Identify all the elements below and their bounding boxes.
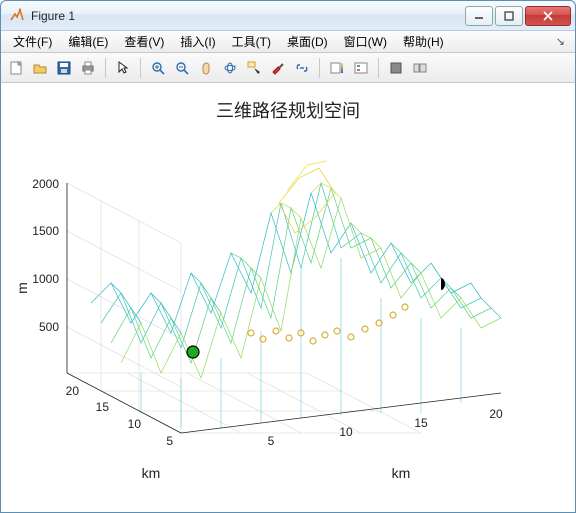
mesh-surface: 500 1000 1500 2000 5 10 15 20 5 10 15 20… <box>1 83 575 512</box>
axes-3d[interactable]: 三维路径规划空间 <box>1 83 575 512</box>
svg-text:10: 10 <box>128 417 142 431</box>
start-marker <box>187 346 199 358</box>
minimize-button[interactable] <box>465 6 493 26</box>
window-buttons <box>463 6 571 26</box>
new-figure-button[interactable] <box>5 57 27 79</box>
menu-window[interactable]: 窗口(W) <box>336 31 395 52</box>
end-marker <box>441 278 445 290</box>
titlebar[interactable]: Figure 1 <box>1 1 575 31</box>
x-axis-label: km <box>392 465 411 481</box>
pointer-button[interactable] <box>112 57 134 79</box>
svg-text:15: 15 <box>96 400 110 414</box>
svg-text:1000: 1000 <box>32 272 59 286</box>
toolbar <box>1 53 575 83</box>
zoom-in-button[interactable] <box>147 57 169 79</box>
menu-tools[interactable]: 工具(T) <box>224 31 279 52</box>
svg-text:15: 15 <box>414 416 428 430</box>
rotate-button[interactable] <box>219 57 241 79</box>
svg-text:10: 10 <box>339 425 353 439</box>
z-axis-label: m <box>14 282 30 294</box>
close-button[interactable] <box>525 6 571 26</box>
y-axis-label: km <box>142 465 161 481</box>
maximize-button[interactable] <box>495 6 523 26</box>
menubar-chevron-icon[interactable]: ↘ <box>550 35 571 48</box>
datacursor-button[interactable] <box>243 57 265 79</box>
matlab-icon <box>9 8 25 24</box>
zoom-out-button[interactable] <box>171 57 193 79</box>
menu-desktop[interactable]: 桌面(D) <box>279 31 336 52</box>
svg-text:2000: 2000 <box>32 177 59 191</box>
brush-button[interactable] <box>267 57 289 79</box>
show-tools-button[interactable] <box>409 57 431 79</box>
svg-text:5: 5 <box>166 434 173 448</box>
pan-button[interactable] <box>195 57 217 79</box>
menubar: 文件(F) 编辑(E) 查看(V) 插入(I) 工具(T) 桌面(D) 窗口(W… <box>1 31 575 53</box>
link-button[interactable] <box>291 57 313 79</box>
svg-text:20: 20 <box>489 407 503 421</box>
legend-button[interactable] <box>350 57 372 79</box>
figure-window: Figure 1 文件(F) 编辑(E) 查看(V) 插入(I) 工具(T) 桌… <box>0 0 576 513</box>
hide-tools-button[interactable] <box>385 57 407 79</box>
svg-text:5: 5 <box>268 434 275 448</box>
path-markers <box>248 304 408 344</box>
svg-text:1500: 1500 <box>32 224 59 238</box>
window-title: Figure 1 <box>31 9 463 23</box>
svg-text:500: 500 <box>39 320 59 334</box>
menu-view[interactable]: 查看(V) <box>116 31 172 52</box>
menu-file[interactable]: 文件(F) <box>5 31 60 52</box>
open-button[interactable] <box>29 57 51 79</box>
menu-insert[interactable]: 插入(I) <box>172 31 223 52</box>
save-button[interactable] <box>53 57 75 79</box>
menu-edit[interactable]: 编辑(E) <box>60 31 116 52</box>
menu-help[interactable]: 帮助(H) <box>395 31 452 52</box>
colorbar-button[interactable] <box>326 57 348 79</box>
svg-text:20: 20 <box>66 384 80 398</box>
print-button[interactable] <box>77 57 99 79</box>
